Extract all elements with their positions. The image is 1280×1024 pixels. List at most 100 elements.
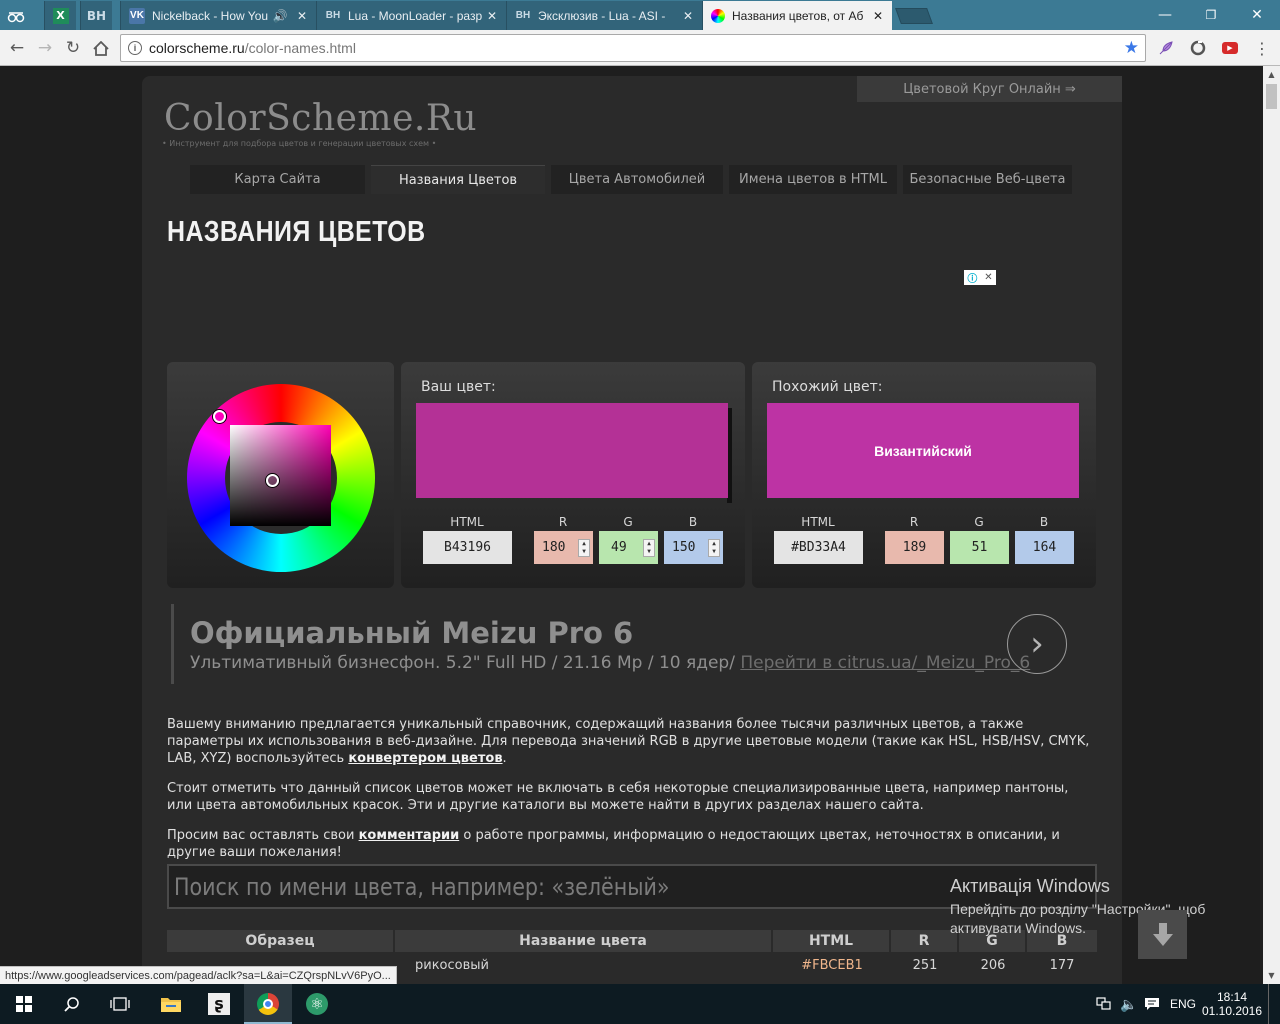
col-sample[interactable]: Образец <box>167 930 395 952</box>
col-name[interactable]: Название цвета <box>395 930 773 952</box>
ad-link[interactable]: Перейти в citrus.ua/_Meizu_Pro_6 <box>740 653 1030 673</box>
youtube-extension-icon[interactable]: ▶ <box>1220 38 1240 58</box>
restore-icon[interactable]: ❐ <box>1188 0 1234 30</box>
hue-marker[interactable] <box>213 410 226 423</box>
file-explorer-icon[interactable] <box>147 984 195 1024</box>
nav-color-names[interactable]: Названия Цветов <box>371 165 545 194</box>
b-cell: 177 <box>1049 957 1075 973</box>
ad-desc-text: Ультимативный бизнесфон. 5.2" Full HD / … <box>190 653 735 673</box>
ad-choices-icon[interactable]: ⓘ✕ <box>964 270 996 285</box>
notifications-icon[interactable] <box>1144 984 1160 1024</box>
comments-link[interactable]: комментарии <box>359 828 460 843</box>
similar-color-swatch: Византийский <box>767 403 1079 498</box>
sync-extension-icon[interactable] <box>1188 38 1208 58</box>
your-html-input[interactable]: B43196 <box>423 531 512 564</box>
atom-app-icon[interactable]: ⚛ <box>293 984 341 1024</box>
your-color-panel: Ваш цвет: HTML R G B B43196 180 ▲ ▼ 49 ▲ ▼… <box>401 362 745 588</box>
speaker-icon[interactable]: 🔊 <box>272 9 288 23</box>
clock-date: 01.10.2016 <box>1201 1004 1263 1018</box>
ad-title: Официальный Meizu Pro 6 <box>190 616 634 650</box>
minimize-icon[interactable]: — <box>1142 0 1188 30</box>
chrome-menu-icon[interactable]: ⋮ <box>1252 38 1272 58</box>
tab-color-names[interactable]: Названия цветов, от Аб ✕ <box>702 1 892 30</box>
scroll-down-icon[interactable]: ▼ <box>1263 967 1280 984</box>
similar-color-panel: Похожий цвет: Византийский HTML R G B #B… <box>752 362 1096 588</box>
pinned-tab-excel[interactable]: X <box>44 1 76 30</box>
clock[interactable]: 18:14 01.10.2016 <box>1202 984 1262 1024</box>
feather-extension-icon[interactable] <box>1156 38 1176 58</box>
html-cell: #FBCEB1 <box>801 957 863 973</box>
intro-paragraph-3: Просим вас оставлять свои комментарии о … <box>167 827 1097 861</box>
similar-color-label: Похожий цвет: <box>772 379 883 395</box>
network-icon[interactable] <box>1096 984 1112 1024</box>
show-desktop-button[interactable] <box>1268 984 1280 1024</box>
color-wheel-link[interactable]: Цветовой Круг Онлайн ⇒ <box>857 76 1122 102</box>
pinned-tab-bh[interactable]: BH <box>80 1 112 30</box>
b-spinner-icon[interactable]: ▲ ▼ <box>708 539 720 557</box>
new-tab-button[interactable] <box>895 8 933 24</box>
r-spinner-icon[interactable]: ▲ ▼ <box>578 539 590 557</box>
close-window-icon[interactable]: ✕ <box>1234 0 1280 30</box>
chrome-taskbar-icon[interactable] <box>244 984 292 1024</box>
nav-html-color-names[interactable]: Имена цветов в HTML <box>729 165 897 194</box>
bookmark-star-icon[interactable]: ★ <box>1124 38 1139 58</box>
volume-icon[interactable]: 🔈 <box>1120 984 1137 1024</box>
page-scrollbar[interactable]: ▲ ▼ <box>1263 66 1280 984</box>
address-domain: colorscheme.ru <box>149 40 245 56</box>
nav-sitemap[interactable]: Карта Сайта <box>190 165 365 194</box>
b-value: 150 <box>672 540 696 555</box>
intro-paragraph-1: Вашему вниманию предлагается уникальный … <box>167 717 1090 766</box>
saturation-square[interactable] <box>230 425 331 526</box>
vk-icon: VK <box>129 7 145 24</box>
browser-menu-icon[interactable] <box>0 1 32 30</box>
b-column-label: B <box>1039 515 1049 529</box>
nav-car-colors[interactable]: Цвета Автомобилей <box>551 165 723 194</box>
color-wheel-panel <box>167 362 394 588</box>
your-b-input[interactable]: 150 ▲ ▼ <box>664 531 723 564</box>
download-arrow-icon[interactable] <box>1138 910 1187 959</box>
search-icon[interactable] <box>48 984 96 1024</box>
task-view-icon[interactable] <box>96 984 144 1024</box>
ad-description: Ультимативный бизнесфон. 5.2" Full HD / … <box>190 653 1030 673</box>
address-bar[interactable]: i colorscheme.ru/color-names.html ★ <box>120 34 1146 62</box>
site-logo[interactable]: ColorScheme.Ru <box>164 98 477 139</box>
col-r[interactable]: R <box>891 930 959 952</box>
b-column-label: B <box>688 515 698 529</box>
excel-icon: X <box>52 7 69 24</box>
g-spinner-icon[interactable]: ▲ ▼ <box>643 539 655 557</box>
close-tab-icon[interactable]: ✕ <box>484 9 500 23</box>
windows-taskbar: ʂ ⚛ 🔈 ENG 18:14 01.10.2016 <box>0 984 1280 1024</box>
tab-nickelback[interactable]: VK Nickelback - How You 🔊 ✕ <box>120 1 316 30</box>
nav-web-safe-colors[interactable]: Безопасные Веб-цвета <box>903 165 1072 194</box>
close-tab-icon[interactable]: ✕ <box>870 9 886 23</box>
page-info-icon[interactable]: i <box>128 41 142 55</box>
activation-title: Активація Windows <box>950 876 1110 896</box>
similar-b-value: 164 <box>1015 531 1074 564</box>
home-icon[interactable] <box>89 36 113 60</box>
browser-toolbar: ← → ↻ i colorscheme.ru/color-names.html … <box>0 30 1280 66</box>
r-column-label: R <box>909 515 919 529</box>
ad-chevron-right-icon[interactable]: › <box>1007 614 1067 674</box>
language-indicator[interactable]: ENG <box>1170 984 1196 1024</box>
scroll-thumb[interactable] <box>1266 84 1277 109</box>
tab-moonloader[interactable]: BH Lua - MoonLoader - разр ✕ <box>316 1 506 30</box>
tab-exclusive[interactable]: BH Эксклюзив - Lua - ASI - ✕ <box>506 1 702 30</box>
forward-icon[interactable]: → <box>33 36 57 60</box>
app-icon[interactable]: ʂ <box>195 984 243 1024</box>
your-g-input[interactable]: 49 ▲ ▼ <box>599 531 658 564</box>
ad-banner[interactable]: Официальный Meizu Pro 6 Ультимативный би… <box>171 604 1101 684</box>
clock-time: 18:14 <box>1216 990 1248 1004</box>
bh-icon: BH <box>515 10 531 21</box>
your-color-label: Ваш цвет: <box>421 379 496 395</box>
reload-icon[interactable]: ↻ <box>61 36 85 60</box>
windows-start-icon[interactable] <box>0 984 48 1024</box>
converter-link[interactable]: конвертером цветов <box>348 751 502 766</box>
saturation-marker[interactable] <box>266 474 279 487</box>
close-tab-icon[interactable]: ✕ <box>680 9 696 23</box>
back-icon[interactable]: ← <box>5 36 29 60</box>
close-tab-icon[interactable]: ✕ <box>294 9 310 23</box>
tab-title: Lua - MoonLoader - разр <box>348 8 483 23</box>
scroll-up-icon[interactable]: ▲ <box>1263 66 1280 83</box>
your-r-input[interactable]: 180 ▲ ▼ <box>534 531 593 564</box>
col-html[interactable]: HTML <box>773 930 891 952</box>
